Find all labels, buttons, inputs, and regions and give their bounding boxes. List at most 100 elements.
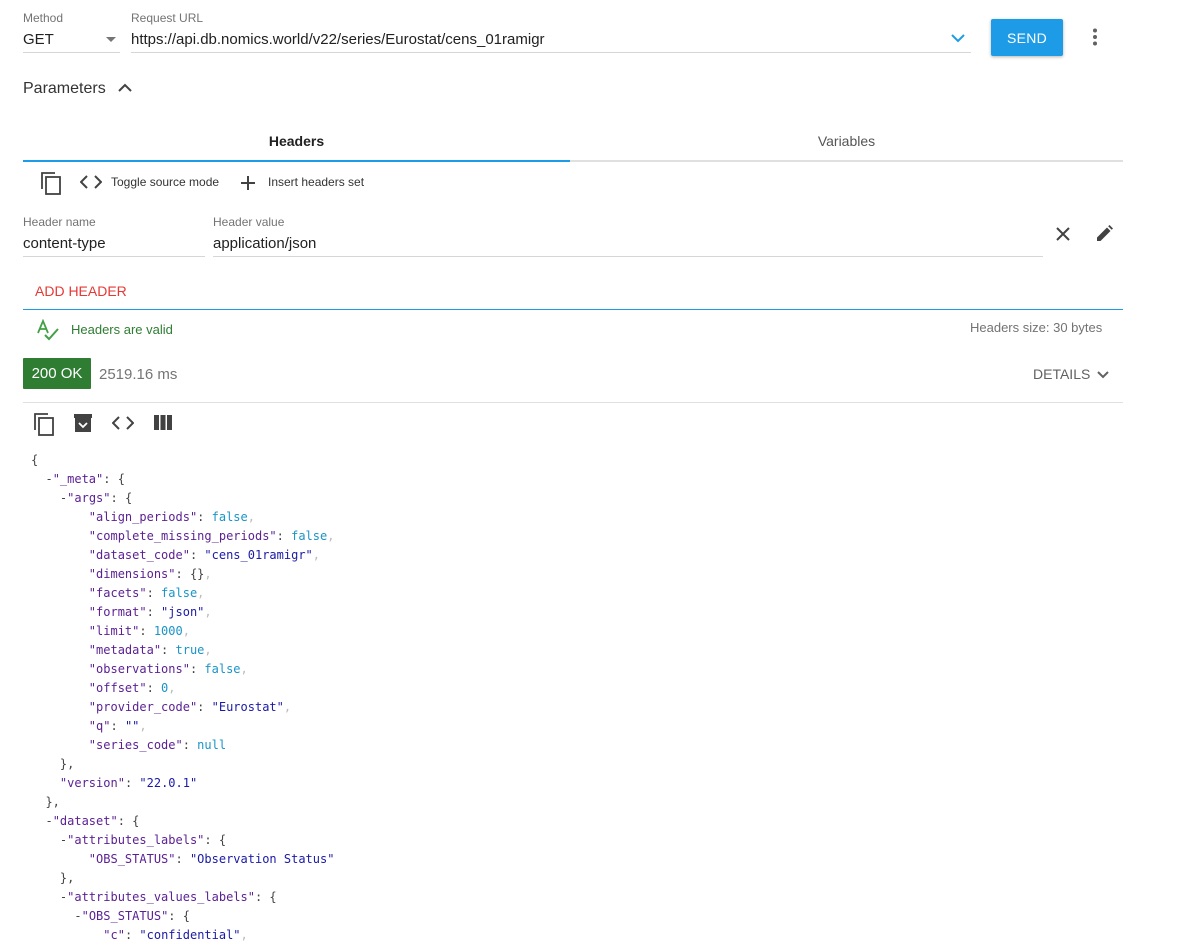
details-button[interactable]: DETAILS [1033,366,1109,382]
url-value: https://api.db.nomics.world/v22/series/E… [131,31,545,48]
chevron-up-icon[interactable] [118,83,132,93]
chevron-down-icon [1097,371,1109,379]
json-token: "format" [88,605,147,619]
json-token: , [283,700,292,714]
header-value-label: Header value [213,215,285,229]
code-icon[interactable] [112,416,134,430]
json-line: -"attributes_values_labels": { [31,888,334,907]
json-token: , [240,662,248,676]
json-line: "version": "22.0.1" [31,774,334,793]
code-icon[interactable] [80,175,102,189]
json-line: "series_code": null [31,736,334,755]
method-label: Method [23,11,64,25]
json-line: "provider_code": "Eurostat", [31,698,334,717]
json-line: }, [31,793,334,812]
method-value: GET [23,31,54,48]
close-icon[interactable] [1055,226,1071,242]
json-token: , [168,681,176,695]
status-badge: 200 OK [23,358,91,389]
spellcheck-icon [36,319,60,341]
json-token: "OBS_STATUS" [88,852,176,866]
toggle-source-mode-button[interactable]: Toggle source mode [111,175,219,189]
json-token: "provider_code" [88,700,198,714]
archive-icon[interactable] [74,413,92,433]
json-token: , [182,624,190,638]
insert-headers-set-button[interactable]: Insert headers set [268,175,364,189]
response-time: 2519.16 ms [99,366,178,383]
json-token: - [74,909,82,923]
header-name-value: content-type [23,235,106,252]
json-token: : [276,529,292,543]
json-line: -"dataset": { [31,812,334,831]
json-token: "" [124,719,140,733]
json-token: "q" [88,719,111,733]
json-token: : [175,852,190,866]
json-line: -"_meta": { [31,470,334,489]
tab-headers-label: Headers [268,133,325,149]
copy-icon[interactable] [33,412,55,436]
json-token: }, [31,757,75,771]
json-token: : [139,624,154,638]
method-select[interactable]: GET [23,28,120,53]
header-value-input[interactable]: application/json [213,232,1043,257]
json-token: "attributes_values_labels" [67,890,255,904]
copy-icon[interactable] [40,171,62,195]
edit-icon[interactable] [1094,224,1114,244]
json-token: , [327,529,335,543]
chevron-down-icon[interactable] [951,33,965,43]
json-token: , [204,643,212,657]
json-token: , [204,567,212,581]
json-line: "facets": false, [31,584,334,603]
json-token: "observations" [88,662,190,676]
json-token: - [45,814,53,828]
json-token: : [182,738,198,752]
json-token: "Eurostat" [211,700,284,714]
json-token: : [124,776,140,790]
json-line: "c": "confidential", [31,926,334,945]
more-vert-icon[interactable] [1092,28,1098,46]
json-token: "22.0.1" [139,776,198,790]
json-line: "dataset_code": "cens_01ramigr", [31,546,334,565]
json-line: "dimensions": {}, [31,565,334,584]
json-token: : { [110,491,133,505]
add-header-button[interactable]: ADD HEADER [35,283,127,299]
json-token: null [197,738,227,752]
add-header-divider [23,309,1123,310]
json-token: "cens_01ramigr" [204,548,313,562]
details-label: DETAILS [1033,366,1091,382]
json-line: "format": "json", [31,603,334,622]
tab-variables-label: Variables [817,133,876,149]
url-input[interactable]: https://api.db.nomics.world/v22/series/E… [131,28,971,53]
json-token: true [175,643,205,657]
json-token: false [204,662,241,676]
json-token: "series_code" [88,738,183,752]
tab-headers[interactable]: Headers [23,120,570,162]
headers-size-text: Headers size: 30 bytes [970,320,1103,335]
parameters-label: Parameters [23,80,106,97]
plus-icon[interactable] [240,175,256,191]
tab-variables[interactable]: Variables [570,120,1123,162]
json-line: "offset": 0, [31,679,334,698]
json-token: , [139,719,147,733]
json-line: "q": "", [31,717,334,736]
parameters-toggle[interactable]: Parameters [23,80,106,98]
json-token: : [146,681,162,695]
view-column-icon[interactable] [154,415,172,430]
json-token: "facets" [88,586,147,600]
json-line: -"attributes_labels": { [31,831,334,850]
json-token: : { [117,814,140,828]
json-token: , [197,586,205,600]
json-token: }, [31,871,75,885]
header-name-input[interactable]: content-type [23,232,205,257]
send-button[interactable]: SEND [991,19,1063,56]
